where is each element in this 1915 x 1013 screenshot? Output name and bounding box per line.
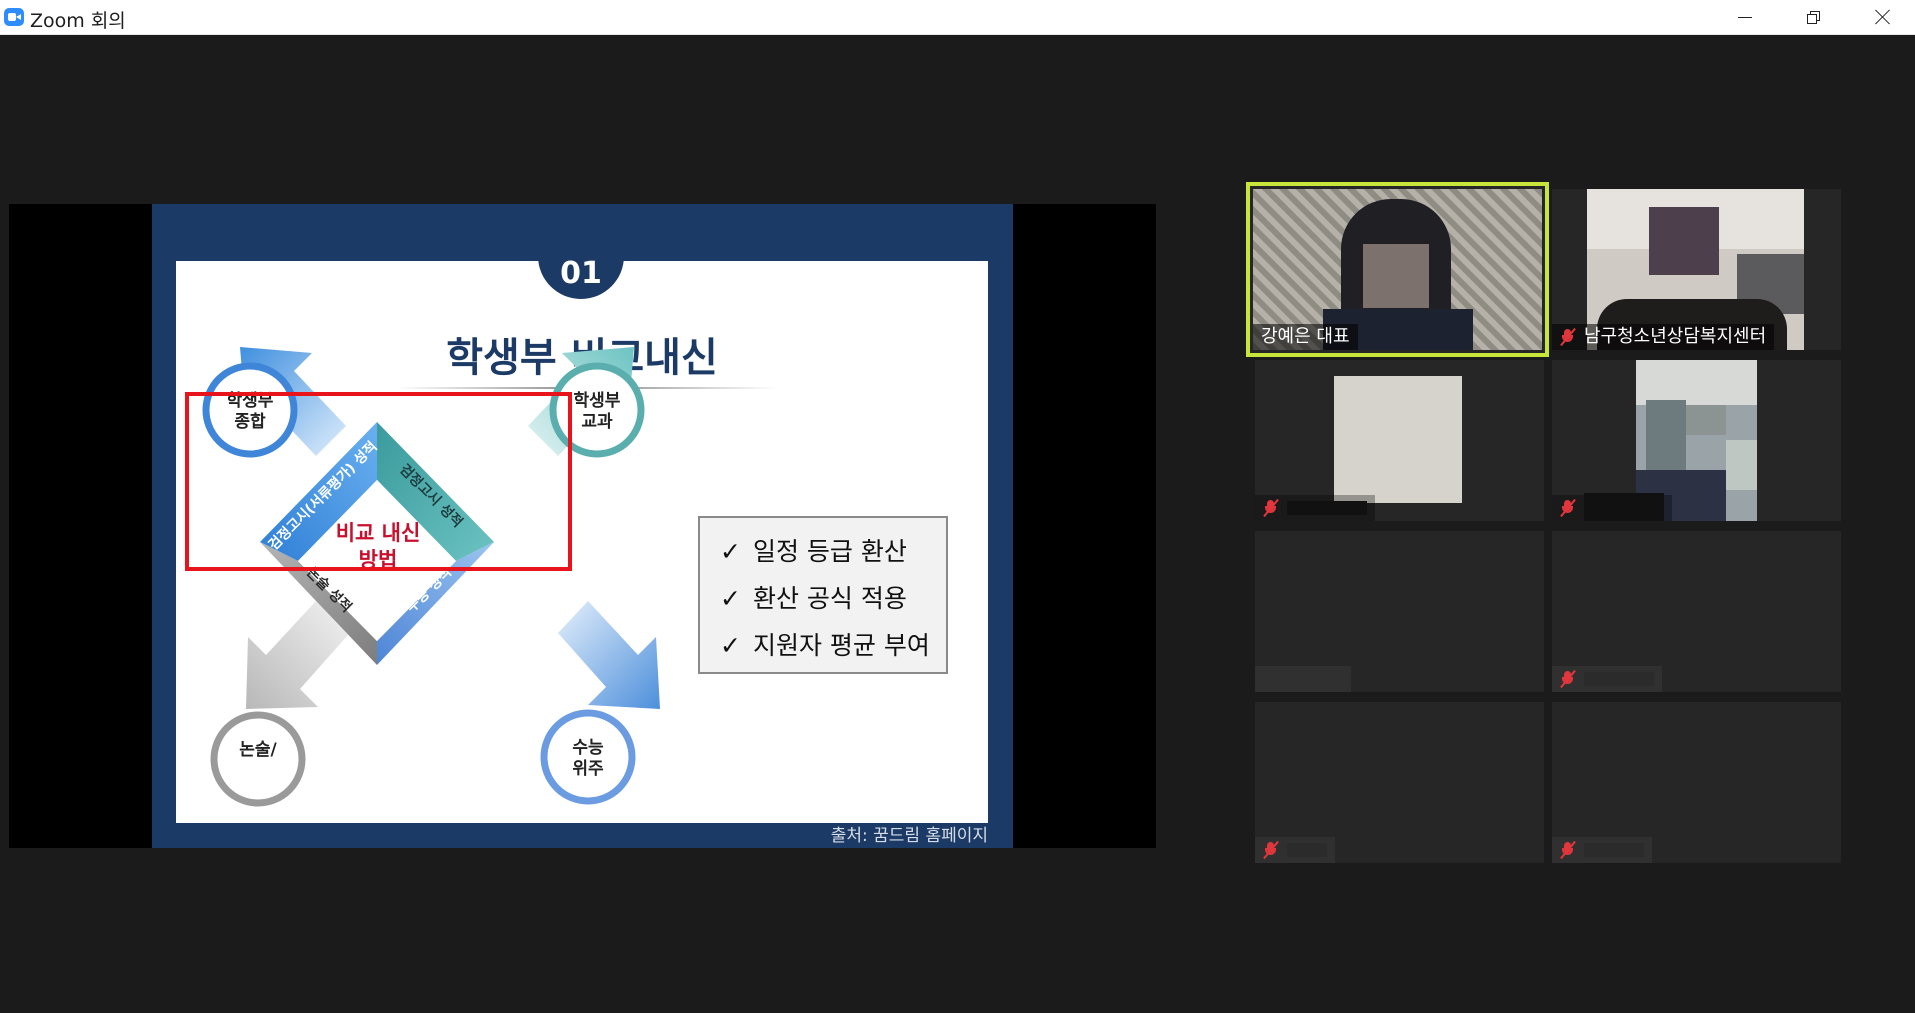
participant-name-tag [1255, 666, 1351, 692]
close-button[interactable] [1848, 0, 1915, 34]
participant-tile[interactable] [1255, 531, 1544, 692]
participant-name-tag: 남구청소년상담복지센터 [1552, 324, 1775, 350]
window-title-bar[interactable]: Zoom 회의 [0, 0, 1915, 35]
svg-text:교과: 교과 [581, 412, 613, 432]
participant-name: 강예은 대표 [1261, 326, 1350, 347]
muted-mic-icon [1560, 669, 1576, 689]
participant-tile[interactable] [1552, 702, 1841, 863]
circle-bottom-right: 수능 위주 [540, 709, 636, 805]
redacted-name [1584, 672, 1654, 686]
participant-name-tag: 강예은 대표 [1253, 324, 1358, 350]
participant-tile-active[interactable]: 강예은 대표 [1246, 182, 1549, 357]
restore-icon [1806, 10, 1820, 24]
participant-tile[interactable] [1255, 702, 1544, 863]
participant-name-tag [1255, 495, 1375, 521]
checklist-item: ✓ 환산 공식 적용 [720, 584, 907, 613]
redacted-name [1287, 843, 1327, 857]
participant-name-tag [1255, 837, 1335, 863]
muted-mic-icon [1263, 840, 1279, 860]
participant-tile[interactable] [1255, 360, 1544, 521]
muted-mic-icon [1560, 327, 1576, 347]
check-icon: ✓ [720, 631, 741, 660]
circle-bottom-left: 논술/ [210, 711, 306, 807]
svg-text:학생부: 학생부 [574, 391, 621, 411]
redacted-name [1584, 843, 1644, 857]
participant-video [1334, 376, 1462, 503]
svg-text:논술/: 논술/ [239, 740, 277, 760]
slide-source-caption: 출처: 꿈드림 홈페이지 [830, 826, 988, 846]
face-blur [1363, 244, 1429, 308]
checklist-item: ✓ 지원자 평균 부여 [720, 631, 930, 660]
presentation-slide: 01 학생부 비교내신 검정고시(서류평가) 성적 검정고시 성적 논술 성적 … [152, 204, 1013, 848]
svg-text:위주: 위주 [572, 759, 604, 779]
arrow-down-right [558, 601, 660, 709]
svg-text:종합: 종합 [234, 411, 266, 432]
muted-mic-icon [1560, 498, 1576, 518]
slide-content-area: 01 학생부 비교내신 검정고시(서류평가) 성적 검정고시 성적 논술 성적 … [176, 239, 988, 823]
participant-tile[interactable]: 남구청소년상담복지센터 [1552, 189, 1841, 350]
face-blur [1649, 207, 1719, 275]
participant-name-tag [1552, 837, 1652, 863]
shared-screen[interactable]: 01 학생부 비교내신 검정고시(서류평가) 성적 검정고시 성적 논술 성적 … [9, 204, 1156, 848]
minimize-button[interactable] [1710, 0, 1780, 34]
check-icon: ✓ [720, 584, 741, 613]
zoom-app-icon [4, 8, 24, 26]
close-icon [1875, 9, 1891, 25]
svg-text:수능: 수능 [572, 738, 604, 758]
circle-top-right: 학생부 교과 [549, 362, 645, 458]
participant-tile[interactable] [1552, 360, 1841, 521]
participant-name: 남구청소년상담복지센터 [1584, 326, 1767, 347]
circle-top-left: 학생부 종합 [202, 362, 298, 458]
restore-button[interactable] [1778, 0, 1848, 34]
check-icon: ✓ [720, 537, 741, 566]
muted-mic-icon [1263, 498, 1279, 518]
redacted-name [1584, 493, 1664, 521]
muted-mic-icon [1560, 840, 1576, 860]
checklist-box: ✓ 일정 등급 환산 ✓ 환산 공식 적용 ✓ 지원자 평균 부여 [698, 516, 948, 674]
center-text-line1: 비교 내신 [336, 521, 421, 545]
participant-name-tag [1552, 493, 1672, 521]
checklist-item: ✓ 일정 등급 환산 [720, 537, 907, 566]
redacted-name [1287, 501, 1367, 515]
participant-tile[interactable] [1552, 531, 1841, 692]
participant-name-tag [1552, 666, 1662, 692]
minimize-icon [1738, 16, 1752, 18]
window-title: Zoom 회의 [30, 10, 126, 32]
face-blur [1646, 400, 1686, 480]
